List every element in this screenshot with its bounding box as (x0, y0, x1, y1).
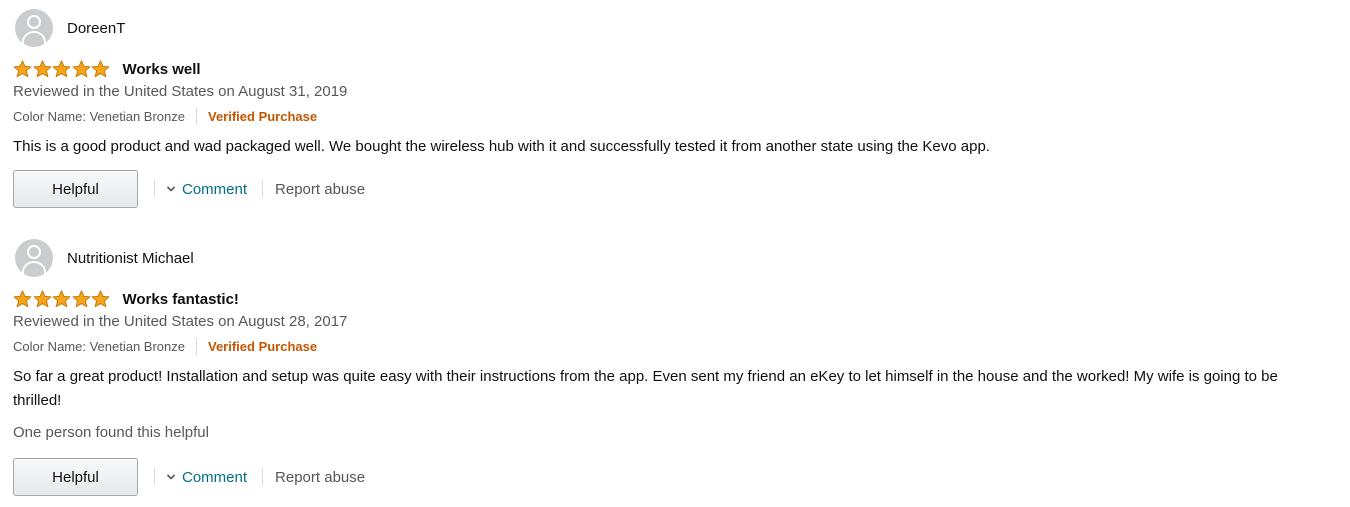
star-rating[interactable] (13, 60, 111, 78)
review-title[interactable]: Works fantastic! (123, 291, 239, 308)
divider (154, 180, 155, 198)
reviewer-profile[interactable]: Nutritionist Michael (15, 239, 194, 277)
reviewer-name: Nutritionist Michael (67, 249, 194, 267)
comment-link[interactable]: Comment (166, 181, 247, 198)
star-icon (52, 60, 71, 78)
star-icon (33, 60, 51, 78)
divider (195, 338, 197, 355)
reviewer-name: DoreenT (67, 19, 126, 37)
avatar (15, 239, 53, 277)
review-title[interactable]: Works well (123, 61, 201, 78)
verified-purchase-badge: Verified Purchase (207, 339, 318, 354)
chevron-down-icon (166, 474, 176, 480)
star-icon (33, 290, 51, 308)
divider (262, 180, 264, 198)
star-icon (52, 290, 71, 308)
verified-purchase-badge: Verified Purchase (207, 109, 318, 124)
star-icon (72, 60, 90, 78)
star-icon (91, 60, 110, 78)
helpful-button[interactable]: Helpful (13, 170, 138, 208)
comment-link[interactable]: Comment (166, 469, 247, 486)
review-actions: Helpful Comment Report abuse (13, 458, 365, 496)
star-rating[interactable] (13, 290, 111, 308)
divider (154, 468, 155, 486)
avatar (15, 9, 53, 47)
divider (195, 108, 197, 125)
rating-row: Works well (13, 58, 201, 80)
color-name: Color Name: Venetian Bronze (13, 109, 185, 124)
color-name: Color Name: Venetian Bronze (13, 339, 185, 354)
report-abuse-link[interactable]: Report abuse (275, 469, 365, 486)
review-body: So far a great product! Installation and… (13, 368, 1278, 409)
rating-row: Works fantastic! (13, 288, 239, 310)
star-icon (91, 290, 110, 308)
review-date: Reviewed in the United States on August … (13, 83, 348, 100)
star-icon (72, 290, 90, 308)
chevron-down-icon (166, 186, 176, 192)
divider (262, 468, 264, 486)
reviewer-profile[interactable]: DoreenT (15, 9, 125, 47)
comment-label: Comment (182, 180, 248, 198)
format-row: Color Name: Venetian Bronze Verified Pur… (13, 108, 317, 125)
report-abuse-link[interactable]: Report abuse (275, 181, 365, 198)
format-row: Color Name: Venetian Bronze Verified Pur… (13, 338, 317, 355)
review-body: This is a good product and wad packaged … (13, 138, 990, 155)
review-actions: Helpful Comment Report abuse (13, 170, 365, 208)
comment-label: Comment (182, 468, 248, 486)
review-date: Reviewed in the United States on August … (13, 313, 348, 330)
helpful-button[interactable]: Helpful (13, 458, 138, 496)
star-icon (13, 60, 32, 78)
helpful-count: One person found this helpful (13, 424, 209, 441)
star-icon (13, 290, 32, 308)
